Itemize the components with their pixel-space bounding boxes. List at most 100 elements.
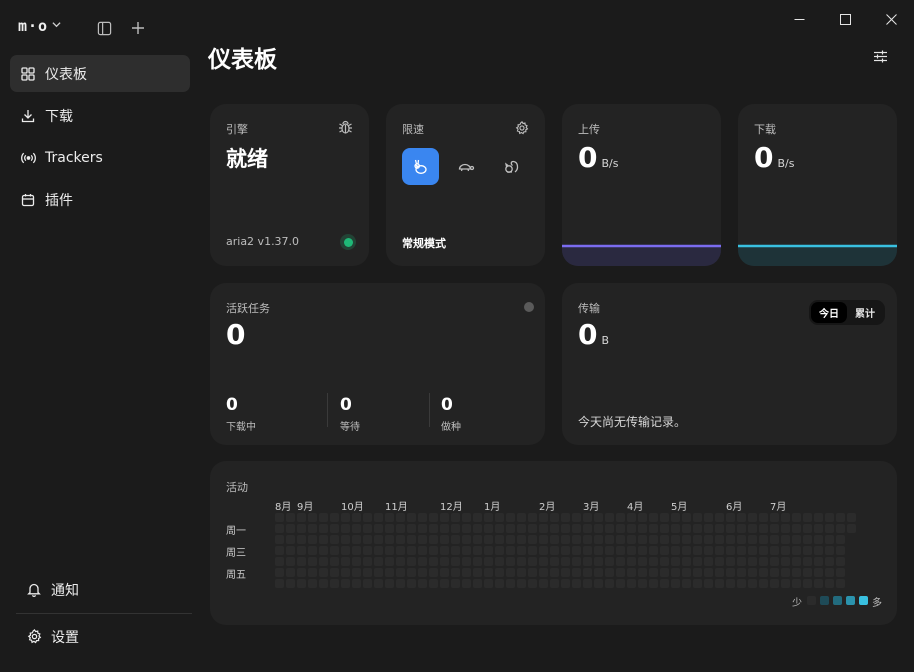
sidebar-item-dashboard[interactable]: 仪表板: [10, 55, 190, 92]
heatmap-cell[interactable]: [550, 568, 559, 577]
heatmap-cell[interactable]: [825, 535, 834, 544]
heatmap-cell[interactable]: [814, 546, 823, 555]
heatmap-cell[interactable]: [473, 579, 482, 588]
heatmap-cell[interactable]: [627, 535, 636, 544]
heatmap-cell[interactable]: [803, 513, 812, 522]
heatmap-cell[interactable]: [440, 535, 449, 544]
sidebar-item-notifications[interactable]: 通知: [16, 571, 196, 608]
heatmap-cell[interactable]: [847, 524, 856, 533]
heatmap-cell[interactable]: [440, 568, 449, 577]
heatmap-cell[interactable]: [715, 568, 724, 577]
heatmap-cell[interactable]: [583, 535, 592, 544]
heatmap-cell[interactable]: [770, 568, 779, 577]
minimize-icon[interactable]: [788, 8, 810, 30]
heatmap-cell[interactable]: [561, 568, 570, 577]
heatmap-cell[interactable]: [396, 546, 405, 555]
heatmap-cell[interactable]: [539, 524, 548, 533]
heatmap-cell[interactable]: [297, 579, 306, 588]
heatmap-cell[interactable]: [429, 524, 438, 533]
heatmap-cell[interactable]: [286, 524, 295, 533]
heatmap-cell[interactable]: [374, 557, 383, 566]
heatmap-cell[interactable]: [528, 568, 537, 577]
heatmap-cell[interactable]: [726, 513, 735, 522]
heatmap-cell[interactable]: [517, 535, 526, 544]
heatmap-cell[interactable]: [770, 546, 779, 555]
sidebar-item-downloads[interactable]: 下载: [10, 97, 190, 134]
heatmap-cell[interactable]: [352, 568, 361, 577]
heatmap-cell[interactable]: [660, 513, 669, 522]
heatmap-cell[interactable]: [583, 568, 592, 577]
heatmap-cell[interactable]: [572, 557, 581, 566]
heatmap-cell[interactable]: [396, 524, 405, 533]
heatmap-cell[interactable]: [319, 513, 328, 522]
heatmap-cell[interactable]: [616, 535, 625, 544]
heatmap-cell[interactable]: [330, 524, 339, 533]
heatmap-cell[interactable]: [561, 524, 570, 533]
heatmap-cell[interactable]: [682, 579, 691, 588]
heatmap-cell[interactable]: [814, 579, 823, 588]
heatmap-cell[interactable]: [583, 513, 592, 522]
heatmap-cell[interactable]: [473, 535, 482, 544]
heatmap-cell[interactable]: [330, 535, 339, 544]
heatmap-cell[interactable]: [308, 524, 317, 533]
heatmap-cell[interactable]: [649, 535, 658, 544]
heatmap-cell[interactable]: [638, 568, 647, 577]
heatmap-cell[interactable]: [737, 546, 746, 555]
heatmap-cell[interactable]: [528, 535, 537, 544]
heatmap-cell[interactable]: [506, 524, 515, 533]
heatmap-cell[interactable]: [814, 568, 823, 577]
heatmap-cell[interactable]: [781, 535, 790, 544]
heatmap-cell[interactable]: [528, 524, 537, 533]
heatmap-cell[interactable]: [572, 546, 581, 555]
heatmap-cell[interactable]: [583, 557, 592, 566]
heatmap-cell[interactable]: [627, 513, 636, 522]
heatmap-cell[interactable]: [550, 579, 559, 588]
heatmap-cell[interactable]: [693, 557, 702, 566]
heatmap-cell[interactable]: [726, 557, 735, 566]
app-menu[interactable]: m·o: [18, 14, 61, 38]
heatmap-cell[interactable]: [748, 579, 757, 588]
heatmap-cell[interactable]: [506, 535, 515, 544]
heatmap-cell[interactable]: [803, 579, 812, 588]
heatmap-cell[interactable]: [594, 524, 603, 533]
heatmap-cell[interactable]: [825, 579, 834, 588]
heatmap-cell[interactable]: [616, 546, 625, 555]
heatmap-cell[interactable]: [704, 579, 713, 588]
heatmap-cell[interactable]: [297, 524, 306, 533]
heatmap-cell[interactable]: [550, 546, 559, 555]
heatmap-cell[interactable]: [451, 579, 460, 588]
heatmap-cell[interactable]: [418, 546, 427, 555]
heatmap-cell[interactable]: [649, 524, 658, 533]
heatmap-cell[interactable]: [737, 557, 746, 566]
heatmap-cell[interactable]: [759, 524, 768, 533]
heatmap-cell[interactable]: [748, 568, 757, 577]
heatmap-cell[interactable]: [462, 568, 471, 577]
speed-settings-gear-icon[interactable]: [515, 120, 529, 139]
rabbit-icon[interactable]: [402, 148, 439, 185]
heatmap-cell[interactable]: [693, 546, 702, 555]
heatmap-cell[interactable]: [517, 546, 526, 555]
heatmap-cell[interactable]: [385, 546, 394, 555]
heatmap-cell[interactable]: [330, 546, 339, 555]
heatmap-cell[interactable]: [341, 568, 350, 577]
heatmap-cell[interactable]: [616, 513, 625, 522]
sidebar-item-settings[interactable]: 设置: [16, 618, 196, 655]
heatmap-cell[interactable]: [605, 579, 614, 588]
heatmap-cell[interactable]: [825, 513, 834, 522]
heatmap-cell[interactable]: [319, 535, 328, 544]
heatmap-cell[interactable]: [374, 579, 383, 588]
heatmap-cell[interactable]: [484, 546, 493, 555]
heatmap-cell[interactable]: [462, 535, 471, 544]
heatmap-cell[interactable]: [550, 557, 559, 566]
heatmap-cell[interactable]: [737, 579, 746, 588]
heatmap-cell[interactable]: [572, 568, 581, 577]
heatmap-cell[interactable]: [451, 513, 460, 522]
heatmap-cell[interactable]: [594, 579, 603, 588]
heatmap-cell[interactable]: [407, 513, 416, 522]
heatmap-cell[interactable]: [308, 535, 317, 544]
heatmap-cell[interactable]: [396, 579, 405, 588]
heatmap-cell[interactable]: [792, 535, 801, 544]
heatmap-cell[interactable]: [605, 546, 614, 555]
heatmap-cell[interactable]: [506, 568, 515, 577]
heatmap-cell[interactable]: [704, 524, 713, 533]
